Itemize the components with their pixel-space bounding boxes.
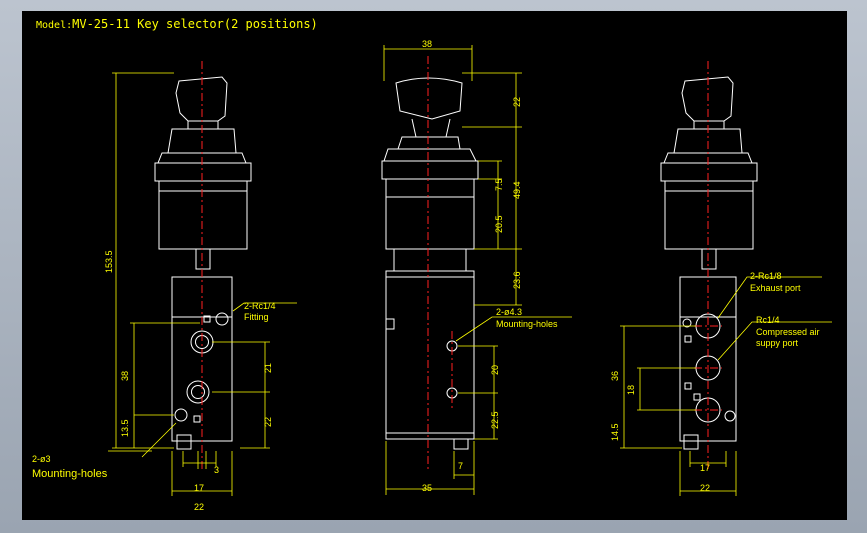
dim-22-right: 22 — [700, 483, 710, 493]
fitting-label: Fitting — [244, 312, 269, 322]
app-window: Model:MV-25-11 Key selector(2 positions) — [0, 0, 867, 533]
supply-spec-label: Rc1/4 — [756, 315, 780, 325]
dim-22-horizontal: 22 — [194, 502, 204, 512]
dim-13-5: 13.5 — [120, 419, 130, 437]
fitting-spec-label: 2-Rc1/4 — [244, 301, 276, 311]
right-centerline — [694, 61, 722, 471]
holes-spec-label: 2-ø3 — [32, 454, 51, 464]
middle-dimension-lines — [383, 45, 572, 495]
middle-holes-label: Mounting-holes — [496, 319, 558, 329]
middle-centerline — [427, 56, 453, 471]
dim-22-5: 22.5 — [490, 411, 500, 429]
middle-dimension-text: 38 22 49.4 7.5 20.5 23.6 20 22.5 7 35 2-… — [422, 39, 558, 493]
supply-label-line-2: suppy port — [756, 338, 799, 348]
dim-22-vertical: 22 — [263, 417, 273, 427]
exhaust-label: Exhaust port — [750, 283, 801, 293]
dim-49-4: 49.4 — [512, 181, 522, 199]
dim-7: 7 — [458, 461, 463, 471]
holes-label: Mounting-holes — [32, 468, 108, 480]
left-view: 153.5 38 13.5 21 22 3 17 22 2-Rc1/4 Fitt… — [32, 61, 297, 512]
right-dimension-lines — [620, 276, 832, 496]
middle-view: 38 22 49.4 7.5 20.5 23.6 20 22.5 7 35 2-… — [381, 39, 572, 495]
left-dimension-text: 153.5 38 13.5 21 22 3 17 22 2-Rc1/4 Fitt… — [32, 250, 276, 512]
right-outline — [660, 76, 758, 450]
dim-17-right: 17 — [700, 463, 710, 473]
technical-drawing: 153.5 38 13.5 21 22 3 17 22 2-Rc1/4 Fitt… — [32, 39, 832, 512]
right-view: 36 18 14.5 17 22 2-Rc1/8 Exhaust port Rc… — [610, 61, 832, 496]
right-dimension-text: 36 18 14.5 17 22 2-Rc1/8 Exhaust port Rc… — [610, 271, 820, 493]
dim-153-5: 153.5 — [104, 250, 114, 273]
dim-17: 17 — [194, 483, 204, 493]
dim-38: 38 — [120, 371, 130, 381]
exhaust-spec-label: 2-Rc1/8 — [750, 271, 782, 281]
dim-22-top: 22 — [512, 97, 522, 107]
dim-14-5: 14.5 — [610, 423, 620, 441]
dim-38-width: 38 — [422, 39, 432, 49]
supply-label-line-1: Compressed air — [756, 327, 820, 337]
middle-holes-spec-label: 2-ø4.3 — [496, 307, 522, 317]
dim-23-6: 23.6 — [512, 271, 522, 289]
dim-7-5: 7.5 — [494, 178, 504, 191]
dim-20-5: 20.5 — [494, 215, 504, 233]
dim-35: 35 — [422, 483, 432, 493]
dim-18: 18 — [626, 385, 636, 395]
drawing-canvas: Model:MV-25-11 Key selector(2 positions) — [22, 11, 847, 520]
dim-36: 36 — [610, 371, 620, 381]
dim-21: 21 — [263, 363, 273, 373]
dim-3: 3 — [214, 465, 219, 475]
dim-20: 20 — [490, 365, 500, 375]
left-outline — [154, 76, 252, 450]
